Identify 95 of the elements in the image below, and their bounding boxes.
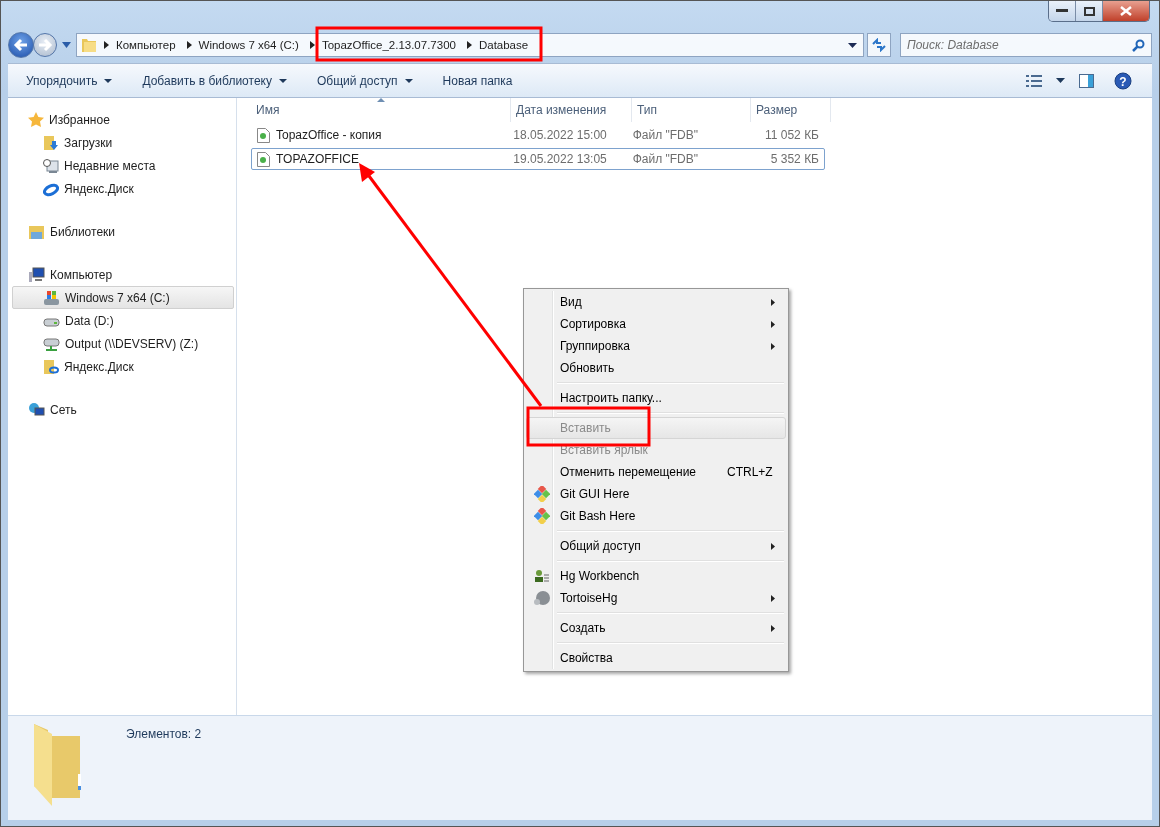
shortcut-text: CTRL+Z	[727, 465, 773, 479]
caret-icon	[278, 78, 287, 83]
refresh-button[interactable]	[867, 33, 891, 57]
sidebar-group[interactable]: Библиотеки	[12, 220, 234, 243]
file-row[interactable]: TOPAZOFFICE 19.05.2022 13:05 Файл "FDB" 5 352 КБ	[251, 148, 825, 170]
submenu-arrow-icon	[771, 342, 775, 350]
breadcrumb-item[interactable]: Database	[478, 39, 529, 51]
caret-icon[interactable]	[62, 42, 71, 48]
menu-item[interactable]: Отменить перемещение CTRL+Z	[526, 461, 786, 483]
search-icon	[1132, 39, 1145, 52]
sidebar-item[interactable]: Data (D:)	[12, 309, 234, 332]
recent-places-icon	[43, 157, 59, 174]
sidebar-item[interactable]: Windows 7 x64 (C:)	[12, 286, 234, 309]
caret-icon[interactable]	[1056, 78, 1065, 83]
menu-item[interactable]: TortoiseHg	[526, 587, 786, 609]
menu-item[interactable]: Git GUI Here	[526, 483, 786, 505]
search-field[interactable]: Поиск: Database	[900, 33, 1152, 57]
menu-item[interactable]: Общий доступ	[526, 535, 786, 557]
person-list-icon	[534, 569, 550, 583]
menu-item[interactable]: Свойства	[526, 647, 786, 669]
breadcrumb-item[interactable]: Компьютер	[116, 39, 176, 51]
table-cell-text: Файл "FDB"	[631, 128, 699, 142]
file-name: TOPAZOFFICE	[276, 152, 359, 166]
submenu-arrow-icon	[771, 298, 775, 306]
column-header[interactable]: Дата изменения	[511, 98, 632, 122]
chevron-icon[interactable]	[466, 41, 472, 49]
network-icon	[28, 401, 45, 418]
forward-arrow-icon	[37, 38, 53, 52]
menu-item[interactable]: Обновить	[526, 357, 786, 379]
cloud-folder-icon	[43, 358, 59, 375]
item-count: Элементов: 2	[126, 727, 202, 741]
toolbar-button[interactable]: Добавить в библиотеку	[134, 69, 295, 92]
sidebar-item[interactable]: Недавние места	[12, 154, 234, 177]
sidebar-item[interactable]: Яндекс.Диск	[12, 355, 234, 378]
back-arrow-icon	[13, 38, 29, 52]
column-header[interactable]: Имя	[251, 98, 511, 122]
network-drive-icon	[43, 335, 60, 352]
toolbar-button[interactable]: Упорядочить	[18, 69, 121, 92]
menu-item[interactable]: Вид	[526, 291, 786, 313]
menu-item[interactable]: Настроить папку...	[526, 387, 786, 409]
submenu-arrow-icon	[771, 320, 775, 328]
breadcrumb-item[interactable]: Windows 7 x64 (C:)	[198, 39, 299, 51]
toolbar-button[interactable]: Общий доступ	[308, 69, 421, 92]
table-cell-text: 5 352 КБ	[769, 152, 820, 166]
breadcrumb-item[interactable]: TopazOffice_2.13.07.7300	[321, 39, 456, 51]
table-cell-text: 11 052 КБ	[764, 128, 820, 142]
caret-icon	[104, 78, 113, 83]
submenu-arrow-icon	[771, 542, 775, 550]
diamond-cluster-icon	[534, 486, 550, 502]
star-icon	[28, 111, 44, 128]
folder-arrow-icon	[43, 134, 59, 151]
minimize-icon	[1056, 9, 1068, 13]
sidebar-group[interactable]: Избранное	[12, 108, 234, 131]
table-cell-text: 18.05.2022 15:00	[512, 128, 608, 142]
sidebar-group[interactable]: Компьютер	[12, 263, 234, 286]
chevron-icon[interactable]	[186, 41, 192, 49]
toolbar-button[interactable]: Новая папка	[434, 69, 521, 92]
submenu-arrow-icon	[771, 624, 775, 632]
sidebar-item[interactable]: Output (\\DEVSERV) (Z:)	[12, 332, 234, 355]
computer-icon	[28, 266, 45, 283]
sort-arrow-icon	[376, 98, 385, 102]
submenu-arrow-icon	[771, 594, 775, 602]
system-drive-icon	[43, 289, 60, 306]
sidebar-group[interactable]: Сеть	[12, 398, 234, 421]
sidebar-item[interactable]: Загрузки	[12, 131, 234, 154]
table-cell-text: 19.05.2022 13:05	[512, 152, 608, 166]
file-row[interactable]: TopazOffice - копия 18.05.2022 15:00 Файл "FDB" 11 052 КБ	[251, 124, 825, 146]
menu-item[interactable]: Git Bash Here	[526, 505, 786, 527]
menu-item[interactable]: Создать	[526, 617, 786, 639]
address-field[interactable]: Компьютер Windows 7 x64 (C:) TopazOffice_2.13.07.7300 Database	[76, 33, 864, 57]
library-icon	[28, 223, 45, 240]
back-button[interactable]	[8, 32, 34, 58]
dropdown-caret-icon[interactable]	[848, 42, 857, 48]
sidebar-item[interactable]: Яндекс.Диск	[12, 177, 234, 200]
refresh-icon	[871, 38, 887, 52]
diamond-cluster-icon	[534, 508, 550, 524]
folder-icon	[81, 37, 97, 53]
minimize-button[interactable]	[1049, 1, 1076, 21]
forward-button[interactable]	[33, 33, 57, 57]
maximize-icon	[1083, 6, 1095, 16]
database-file-icon	[257, 127, 270, 143]
column-header[interactable]: Размер	[751, 98, 831, 122]
chevron-icon[interactable]	[309, 41, 315, 49]
menu-item[interactable]: Hg Workbench	[526, 565, 786, 587]
close-icon	[1120, 6, 1132, 16]
database-file-icon	[257, 151, 270, 167]
close-button[interactable]	[1103, 1, 1149, 21]
menu-item[interactable]: Группировка	[526, 335, 786, 357]
file-name: TopazOffice - копия	[276, 128, 382, 142]
table-cell-text: Файл "FDB"	[631, 152, 699, 166]
maximize-button[interactable]	[1076, 1, 1103, 21]
menu-item[interactable]: Сортировка	[526, 313, 786, 335]
column-header[interactable]: Тип	[632, 98, 751, 122]
caret-icon	[404, 78, 413, 83]
chevron-icon[interactable]	[104, 41, 109, 49]
